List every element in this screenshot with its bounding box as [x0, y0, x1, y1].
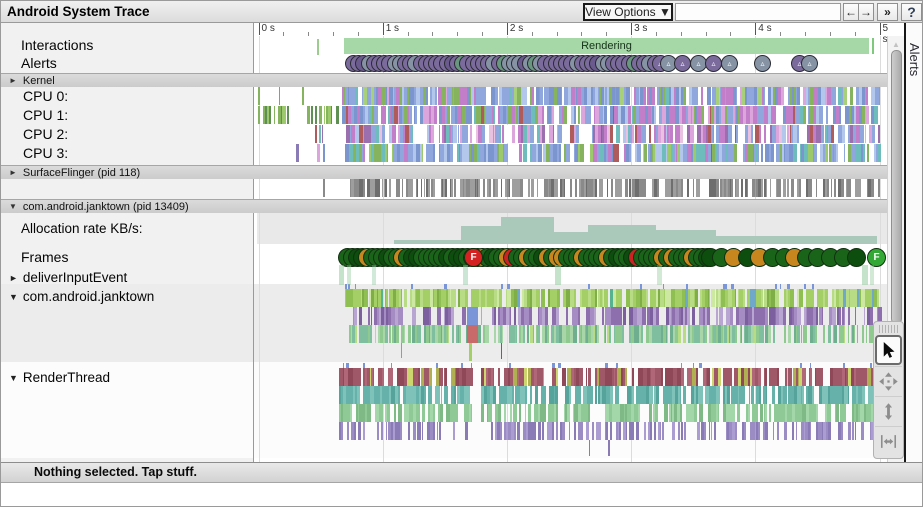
janktown-teal-track[interactable] — [1, 325, 922, 343]
alerts-sidebar-label: Alerts — [907, 43, 922, 77]
ruler-major-tick — [755, 23, 757, 35]
help-button[interactable]: ? — [901, 3, 922, 21]
alert-circle[interactable]: ▵ — [721, 55, 738, 72]
alert-circle[interactable]: ▵ — [674, 55, 691, 72]
section-header-label: Kernel — [22, 74, 55, 87]
title-bar: Android System Trace View Options ▼ ← → … — [1, 1, 922, 23]
ruler-label: 2 s — [509, 23, 524, 34]
cursor-icon — [883, 341, 895, 358]
row-label-alerts: Alerts — [21, 55, 57, 71]
find-previous-button[interactable]: ← — [843, 3, 859, 21]
ruler-major-tick — [258, 23, 260, 35]
alert-circle[interactable]: ▵ — [801, 55, 818, 72]
cpu0-track[interactable] — [1, 87, 922, 105]
alert-circle[interactable]: ▵ — [705, 55, 722, 72]
ruler-major-tick — [382, 23, 384, 35]
app-window: 0 s1 s2 s3 s4 s5 s Interactions Alerts R… — [0, 0, 923, 507]
view-options-button[interactable]: View Options ▼ — [583, 3, 673, 21]
section-header-process[interactable]: ▼ com.android.janktown (pid 13409) — [1, 199, 887, 213]
vertical-zoom-icon — [884, 402, 893, 420]
renderthread-teal-track[interactable] — [1, 386, 922, 404]
rendering-interaction-bar[interactable]: Rendering — [344, 38, 869, 54]
expand-arrow-icon[interactable]: ▼ — [9, 202, 17, 211]
collapse-arrow-icon[interactable]: ► — [9, 76, 17, 85]
scrollbar-up-icon[interactable]: ▲ — [892, 40, 900, 49]
section-header-label: com.android.janktown (pid 13409) — [22, 200, 189, 213]
surfaceflinger-track[interactable] — [1, 179, 922, 197]
pan-tool-button[interactable] — [875, 366, 902, 395]
row-label-deliverinputevent[interactable]: ► deliverInputEvent — [9, 270, 127, 285]
expand-panel-button[interactable]: » — [877, 3, 898, 21]
row-label-interactions: Interactions — [21, 37, 94, 53]
section-header-kernel[interactable]: ► Kernel — [1, 73, 887, 87]
cpu1-track[interactable] — [1, 106, 922, 124]
cpu2-track[interactable] — [1, 125, 922, 143]
pan-icon — [879, 371, 898, 391]
scrollbar-thumb[interactable] — [891, 50, 902, 324]
section-header-label: SurfaceFlinger (pid 118) — [22, 166, 141, 179]
ruler-label: 3 s — [634, 23, 648, 34]
thread-label: deliverInputEvent — [22, 270, 128, 285]
ruler-label: 1 s — [385, 23, 400, 34]
ruler-major-tick — [879, 23, 881, 35]
ruler-label: 0 s — [261, 23, 275, 34]
timing-select-icon — [880, 434, 897, 448]
section-header-surfaceflinger[interactable]: ► SurfaceFlinger (pid 118) — [1, 165, 887, 179]
renderthread-purple-track[interactable] — [1, 422, 922, 440]
selection-detail-panel — [1, 484, 922, 506]
row-label-allocation: Allocation rate KB/s: — [21, 221, 143, 236]
janktown-green-track[interactable] — [1, 289, 922, 307]
alerts-sidebar[interactable]: Alerts — [906, 23, 922, 462]
janktown-purple-track[interactable] — [1, 307, 922, 325]
row-label-frames: Frames — [21, 249, 69, 265]
collapse-arrow-icon[interactable]: ► — [9, 273, 18, 283]
find-input[interactable] — [675, 3, 841, 21]
tool-palette — [873, 321, 904, 459]
cpu3-track[interactable] — [1, 144, 922, 162]
status-bar: Nothing selected. Tap stuff. — [1, 463, 922, 483]
find-next-button[interactable]: → — [858, 3, 874, 21]
collapse-arrow-icon[interactable]: ► — [9, 168, 17, 177]
select-tool-button[interactable] — [875, 335, 902, 365]
timeline-ruler[interactable]: 0 s1 s2 s3 s4 s5 s — [257, 23, 888, 45]
renderthread-green-track[interactable] — [1, 404, 922, 422]
ruler-label: 4 s — [758, 23, 772, 34]
renderthread-maroon-track[interactable] — [1, 368, 922, 386]
ruler-major-tick — [631, 23, 633, 35]
tool-palette-grip[interactable] — [879, 325, 898, 333]
page-title: Android System Trace — [7, 4, 150, 19]
zoom-tool-button[interactable] — [875, 396, 902, 425]
timing-tool-button[interactable] — [875, 426, 902, 455]
alert-circle[interactable]: ▵ — [754, 55, 771, 72]
ruler-major-tick — [506, 23, 508, 35]
